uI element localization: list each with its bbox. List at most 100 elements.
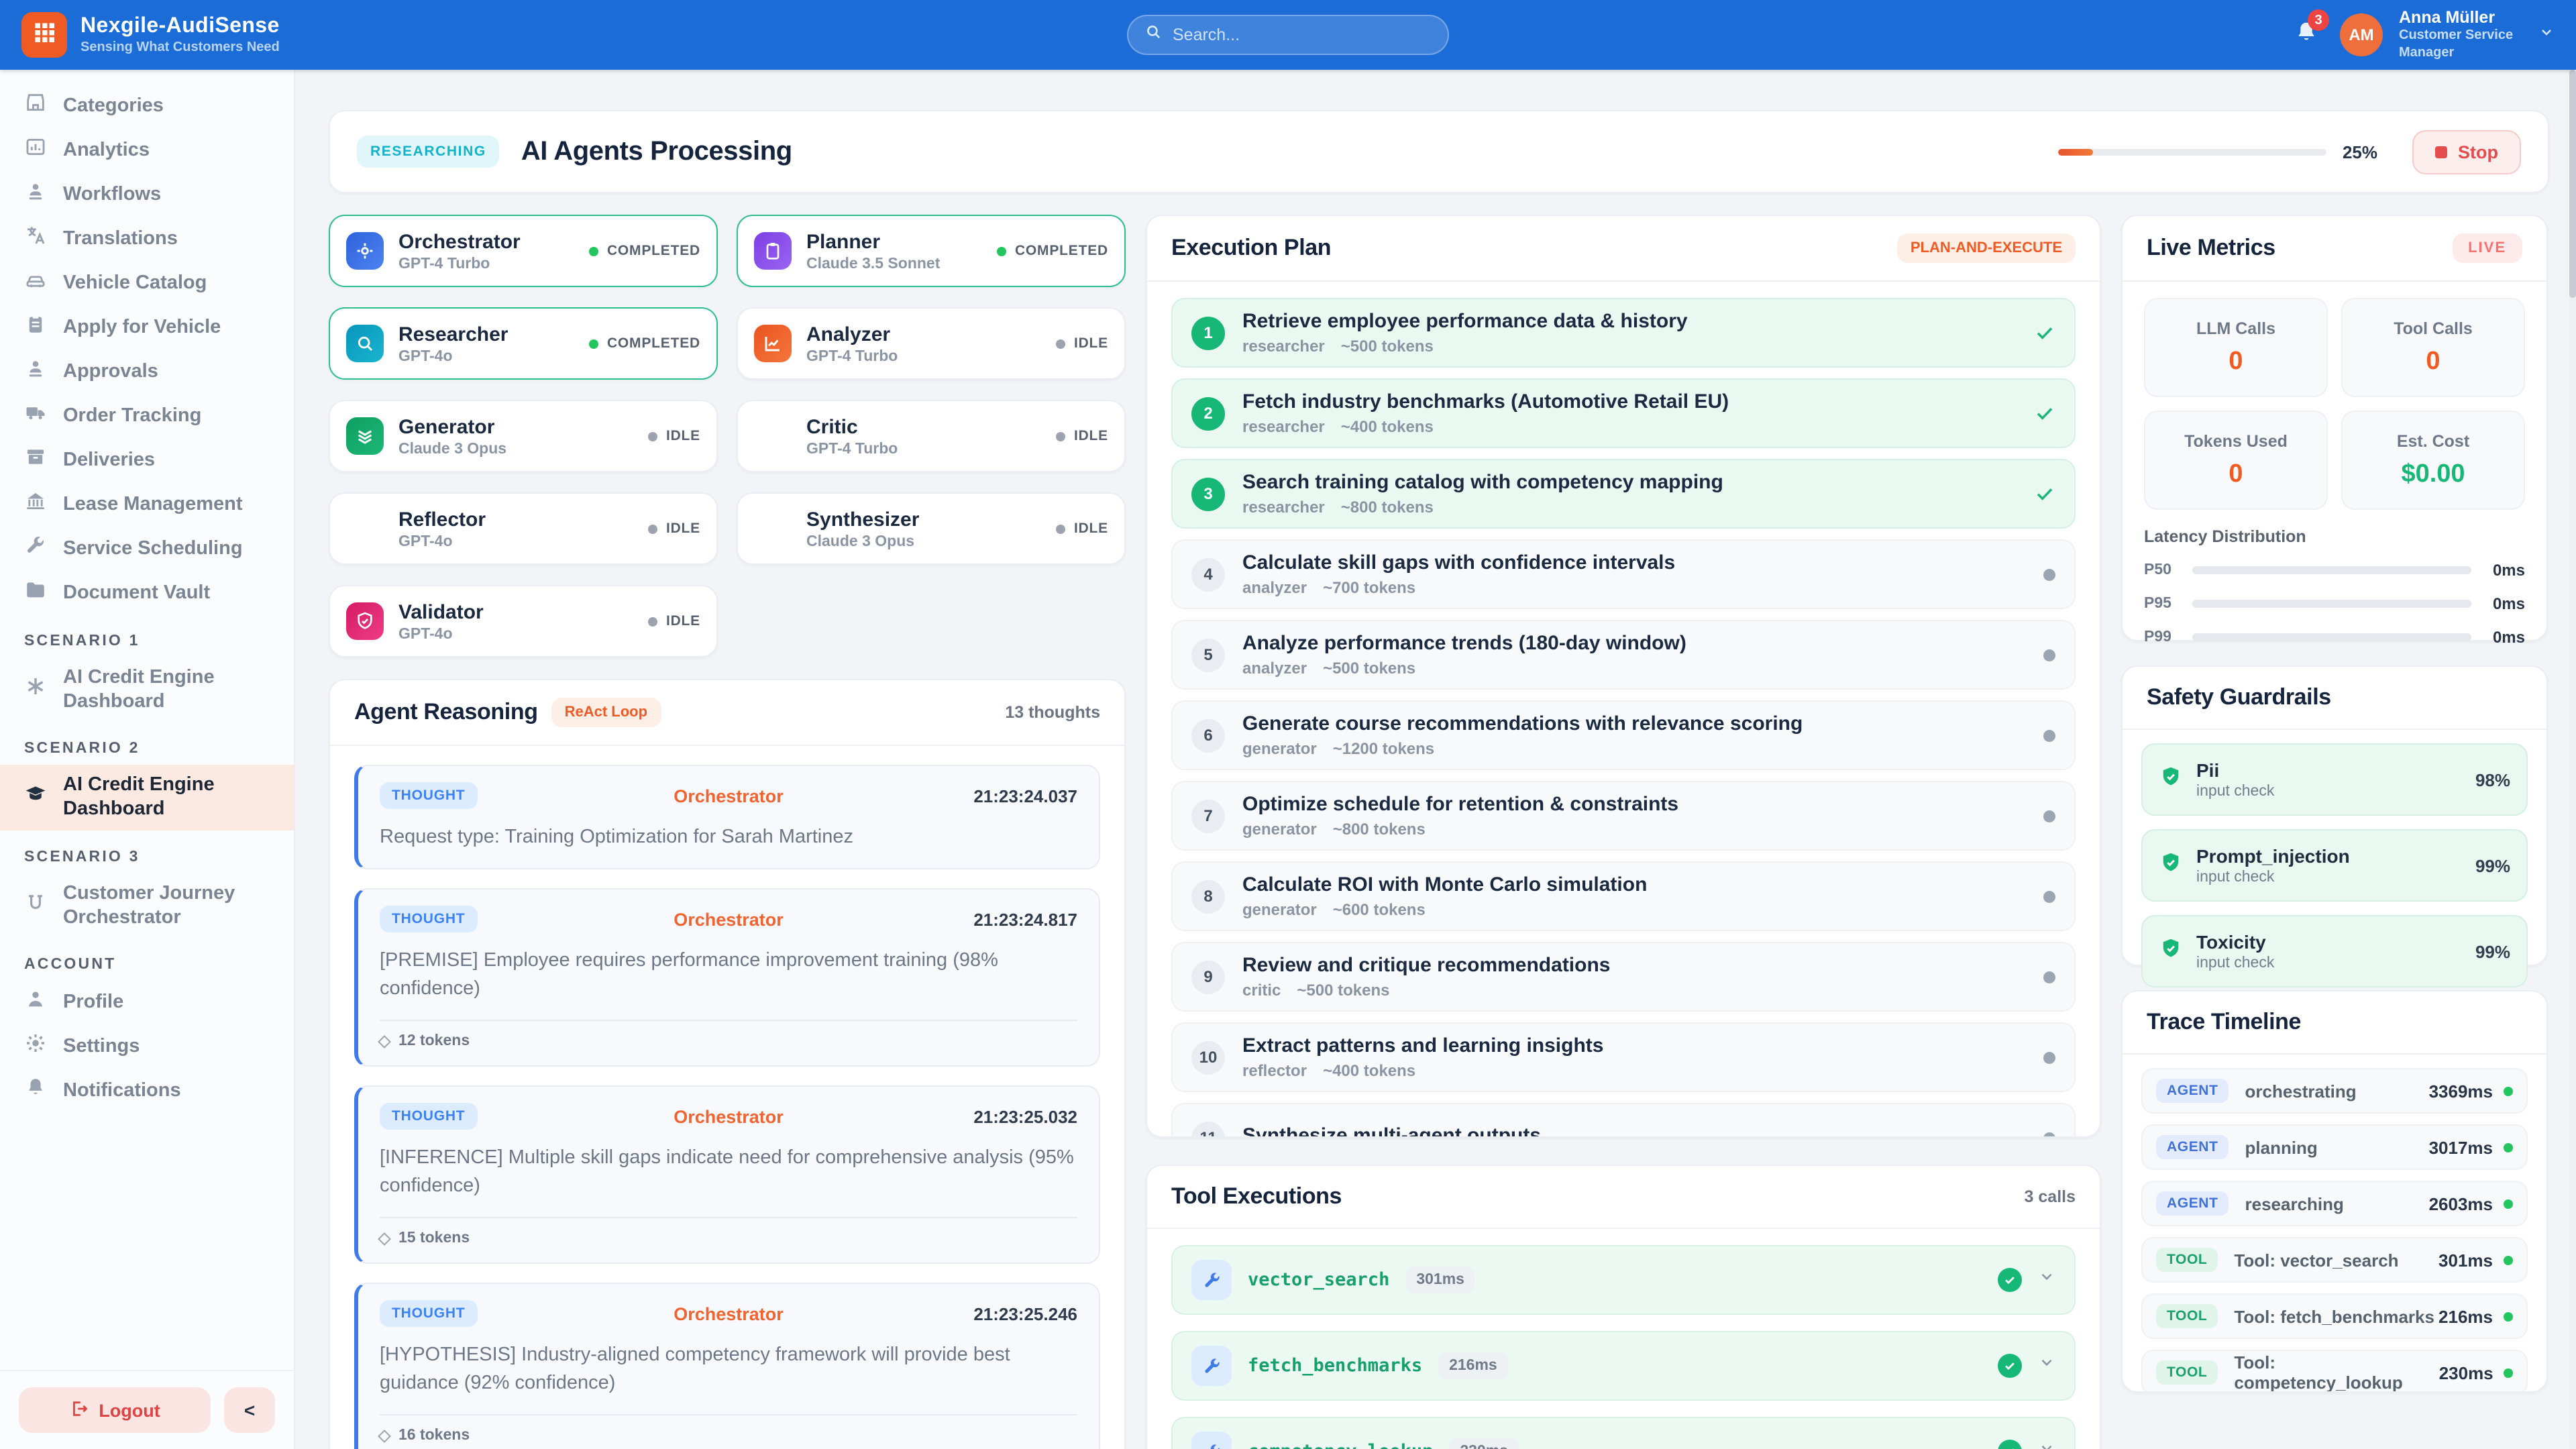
sidebar-item-order-tracking[interactable]: Order Tracking — [0, 393, 294, 437]
agent-card-orchestrator[interactable]: OrchestratorGPT-4 Turbo COMPLETED — [329, 215, 718, 287]
page-header-card: RESEARCHING AI Agents Processing 25% Sto… — [329, 110, 2549, 193]
agent-card-synthesizer[interactable]: SynthesizerClaude 3 Opus IDLE — [737, 492, 1126, 565]
agent-card-planner[interactable]: PlannerClaude 3.5 Sonnet COMPLETED — [737, 215, 1126, 287]
stop-icon — [2435, 146, 2447, 158]
agent-status: IDLE — [1057, 428, 1108, 444]
step-title: Analyze performance trends (180-day wind… — [1242, 632, 1686, 655]
tool-row-fetch-benchmarks[interactable]: fetch_benchmarks 216ms — [1171, 1331, 2076, 1401]
sidebar-item-label: Profile — [63, 992, 123, 1014]
agent-card-reflector[interactable]: ReflectorGPT-4o IDLE — [329, 492, 718, 565]
sidebar-item-label: Translations — [63, 227, 178, 249]
agent-card-generator[interactable]: GeneratorClaude 3 Opus IDLE — [329, 400, 718, 472]
plan-step[interactable]: 6 Generate course recommendations with r… — [1171, 700, 2076, 770]
plan-step[interactable]: 11 Synthesize multi-agent outputs — [1171, 1103, 2076, 1138]
chevron-down-icon[interactable] — [2038, 1354, 2055, 1378]
shield-check-icon — [2159, 850, 2183, 881]
step-number: 9 — [1191, 960, 1225, 994]
trace-row[interactable]: TOOLTool: competency_lookup230ms — [2141, 1350, 2528, 1393]
sidebar-item-scenario-2-active[interactable]: AI Credit Engine Dashboard — [0, 765, 294, 830]
wrench-icon — [24, 533, 47, 563]
window-scrollbar[interactable] — [2569, 70, 2576, 1449]
latency-row-p95: P950ms — [2144, 594, 2525, 613]
user-menu-button[interactable] — [2538, 23, 2555, 47]
chevron-down-icon[interactable] — [2038, 1268, 2055, 1292]
sidebar-item-service-scheduling[interactable]: Service Scheduling — [0, 526, 294, 570]
sidebar-item-apply-for-vehicle[interactable]: Apply for Vehicle — [0, 305, 294, 349]
chevron-down-icon[interactable] — [2038, 1440, 2055, 1449]
execution-plan-panel: Execution Plan PLAN-AND-EXECUTE 1 Retrie… — [1146, 215, 2101, 1138]
thought-timestamp: 21:23:24.817 — [973, 909, 1077, 929]
sidebar-item-translations[interactable]: Translations — [0, 216, 294, 260]
agent-name: Critic — [806, 415, 898, 438]
plan-step[interactable]: 9 Review and critique recommendations cr… — [1171, 942, 2076, 1012]
stat-value: 0 — [2229, 460, 2243, 489]
agent-card-analyzer[interactable]: AnalyzerGPT-4 Turbo IDLE — [737, 307, 1126, 380]
sidebar-item-categories[interactable]: Categories — [0, 83, 294, 127]
step-number: 1 — [1191, 316, 1225, 350]
sidebar-item-deliveries[interactable]: Deliveries — [0, 437, 294, 482]
trace-row[interactable]: AGENTplanning3017ms — [2141, 1124, 2528, 1170]
agent-card-validator[interactable]: ValidatorGPT-4o IDLE — [329, 585, 718, 657]
trace-duration: 3017ms — [2429, 1137, 2493, 1157]
sidebar: Categories Analytics Workflows Translati… — [0, 70, 295, 1449]
sidebar-item-profile[interactable]: Profile — [0, 981, 294, 1025]
plan-step[interactable]: 8 Calculate ROI with Monte Carlo simulat… — [1171, 861, 2076, 931]
sidebar-item-workflows[interactable]: Workflows — [0, 172, 294, 216]
thought-card[interactable]: THOUGHTOrchestrator21:23:25.246 [HYPOTHE… — [354, 1283, 1100, 1449]
plan-step[interactable]: 7 Optimize schedule for retention & cons… — [1171, 781, 2076, 851]
step-title: Retrieve employee performance data & his… — [1242, 310, 1688, 333]
thought-card[interactable]: THOUGHTOrchestrator21:23:24.817 [PREMISE… — [354, 888, 1100, 1067]
app-root: Nexgile-AudiSense Sensing What Customers… — [0, 0, 2576, 1449]
search-input[interactable] — [1173, 25, 1414, 44]
stop-button[interactable]: Stop — [2412, 129, 2521, 174]
thought-card[interactable]: THOUGHTOrchestrator21:23:24.037 Request … — [354, 765, 1100, 869]
diamond-icon — [378, 1429, 391, 1442]
plan-step[interactable]: 5 Analyze performance trends (180-day wi… — [1171, 620, 2076, 690]
trace-row[interactable]: AGENTorchestrating3369ms — [2141, 1068, 2528, 1114]
avatar[interactable]: AM — [2340, 13, 2383, 56]
sidebar-item-analytics[interactable]: Analytics — [0, 127, 294, 172]
step-tokens: ~500 tokens — [1297, 981, 1389, 1000]
plan-step[interactable]: 2 Fetch industry benchmarks (Automotive … — [1171, 378, 2076, 448]
trace-row[interactable]: AGENTresearching2603ms — [2141, 1181, 2528, 1226]
sidebar-item-vehicle-catalog[interactable]: Vehicle Catalog — [0, 260, 294, 305]
thought-card[interactable]: THOUGHTOrchestrator21:23:25.032 [INFEREN… — [354, 1085, 1100, 1264]
progress-percent: 25% — [2343, 142, 2377, 162]
sidebar-item-scenario-3[interactable]: Customer Journey Orchestrator — [0, 873, 294, 938]
plan-step[interactable]: 1 Retrieve employee performance data & h… — [1171, 298, 2076, 368]
notification-count-badge: 3 — [2308, 9, 2329, 31]
sidebar-item-document-vault[interactable]: Document Vault — [0, 570, 294, 614]
sidebar-item-scenario-1[interactable]: AI Credit Engine Dashboard — [0, 657, 294, 722]
step-tokens: ~400 tokens — [1323, 1061, 1415, 1080]
agent-status: COMPLETED — [590, 243, 700, 259]
plan-step[interactable]: 4 Calculate skill gaps with confidence i… — [1171, 539, 2076, 609]
tool-row-competency-lookup[interactable]: competency_lookup 230ms — [1171, 1417, 2076, 1449]
sidebar-item-approvals[interactable]: Approvals — [0, 349, 294, 393]
check-icon — [2034, 322, 2055, 343]
clipboard-icon — [24, 312, 47, 341]
agent-card-researcher[interactable]: ResearcherGPT-4o COMPLETED — [329, 307, 718, 380]
latency-bar — [2192, 566, 2471, 574]
tool-row-vector-search[interactable]: vector_search 301ms — [1171, 1245, 2076, 1315]
plan-step[interactable]: 3 Search training catalog with competenc… — [1171, 459, 2076, 529]
search-bar[interactable] — [1127, 15, 1449, 55]
trace-row[interactable]: TOOLTool: vector_search301ms — [2141, 1237, 2528, 1283]
agent-card-critic[interactable]: CriticGPT-4 Turbo IDLE — [737, 400, 1126, 472]
sidebar-item-lease-management[interactable]: Lease Management — [0, 482, 294, 526]
sidebar-collapse-button[interactable]: < — [224, 1387, 275, 1433]
thought-badge: THOUGHT — [380, 906, 477, 932]
sidebar-item-notifications[interactable]: Notifications — [0, 1069, 294, 1114]
agent-model: GPT-4 Turbo — [806, 348, 898, 364]
scrollbar-thumb[interactable] — [2569, 70, 2576, 298]
logout-button[interactable]: Logout — [19, 1387, 211, 1433]
user-info: Anna Müller Customer Service Manager — [2399, 8, 2522, 62]
agent-icon-placeholder — [346, 510, 384, 547]
notifications-button[interactable]: 3 — [2289, 17, 2324, 52]
status-dot — [590, 246, 599, 256]
app-logo[interactable] — [21, 12, 67, 58]
trace-row[interactable]: TOOLTool: fetch_benchmarks216ms — [2141, 1293, 2528, 1339]
plan-step[interactable]: 10 Extract patterns and learning insight… — [1171, 1022, 2076, 1092]
brand: Nexgile-AudiSense Sensing What Customers… — [80, 15, 280, 55]
sidebar-item-settings[interactable]: Settings — [0, 1025, 294, 1069]
agent-name: Analyzer — [806, 323, 898, 345]
